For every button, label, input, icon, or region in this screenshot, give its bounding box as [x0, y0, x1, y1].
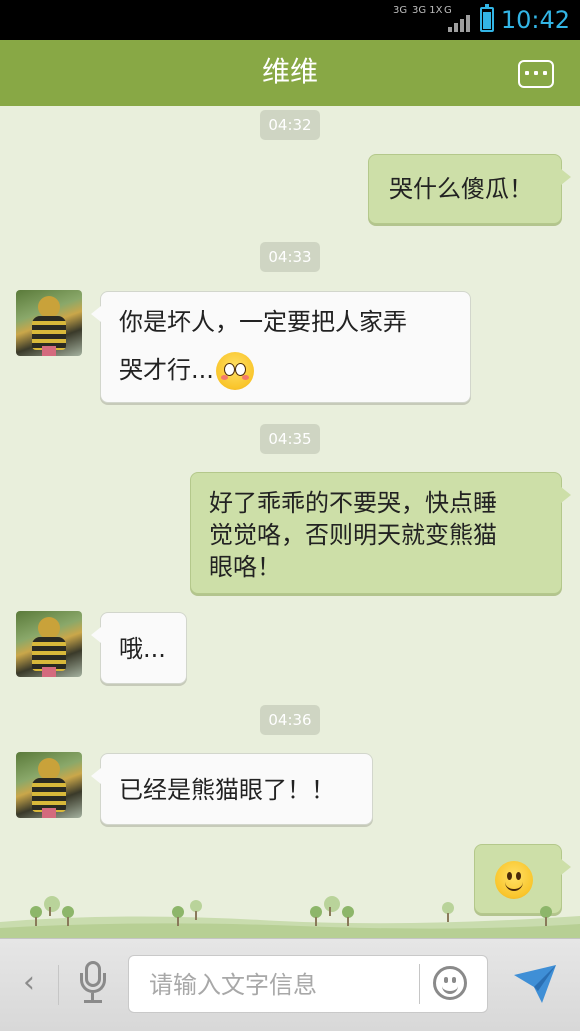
message-text-line: 哭才行... — [119, 356, 214, 384]
back-chevron-icon[interactable]: ‹ — [18, 963, 40, 1003]
signal-strength-icon — [448, 14, 472, 32]
contact-name-title: 维维 — [261, 55, 318, 88]
divider — [58, 965, 59, 1005]
message-text-line: 眼咯！ — [209, 553, 281, 581]
incoming-message-bubble[interactable]: 哦... — [91, 612, 187, 684]
tree-decoration — [44, 896, 60, 916]
message-timestamp: 04:35 — [260, 424, 320, 454]
divider — [419, 964, 420, 1004]
chat-header: 维维 — [0, 40, 580, 112]
message-input[interactable] — [147, 966, 401, 1004]
more-options-icon[interactable] — [518, 60, 554, 88]
message-timestamp: 04:32 — [260, 110, 320, 140]
message-text: 哦... — [119, 635, 166, 663]
message-text-line: 觉觉咯，否则明天就变熊猫 — [209, 521, 497, 549]
message-text-line: 你是坏人，一定要把人家弄 — [119, 308, 407, 336]
microphone-icon[interactable] — [78, 959, 108, 1007]
tree-decoration — [190, 900, 202, 920]
tree-decoration — [540, 906, 552, 926]
network-3g-indicator: 3G — [393, 5, 408, 16]
tree-decoration — [30, 906, 42, 926]
tree-decoration — [324, 896, 340, 916]
status-time: 10:42 — [500, 6, 570, 34]
tree-decoration — [310, 906, 322, 926]
incoming-message-bubble[interactable]: 你是坏人，一定要把人家弄 哭才行... — [91, 291, 471, 403]
ground-decoration — [0, 916, 580, 938]
contact-avatar[interactable] — [16, 611, 82, 677]
outgoing-message-bubble[interactable]: 哭什么傻瓜！ — [368, 154, 571, 224]
message-text: 已经是熊猫眼了！！ — [119, 776, 335, 804]
message-text-field[interactable] — [128, 955, 488, 1013]
tree-decoration — [342, 906, 354, 926]
outgoing-message-bubble[interactable]: 好了乖乖的不要哭，快点睡 觉觉咯，否则明天就变熊猫 眼咯！ — [190, 472, 571, 594]
message-text: 哭什么傻瓜！ — [389, 175, 533, 203]
contact-avatar[interactable] — [16, 752, 82, 818]
tree-decoration — [442, 902, 454, 922]
contact-avatar[interactable] — [16, 290, 82, 356]
tree-decoration — [62, 906, 74, 926]
chat-message-list[interactable]: 04:32 哭什么傻瓜！ 04:33 你是坏人，一定要把人家弄 哭才行... 0… — [0, 106, 580, 938]
message-input-bar: ‹ — [0, 938, 580, 1031]
battery-icon — [480, 4, 494, 32]
status-bar: 3G 3G 1X G 10:42 — [0, 0, 580, 40]
message-timestamp: 04:36 — [260, 705, 320, 735]
tree-decoration — [172, 906, 184, 926]
send-icon[interactable] — [512, 961, 558, 1007]
emoji-icon[interactable] — [433, 966, 467, 1000]
message-timestamp: 04:33 — [260, 242, 320, 272]
message-text-line: 好了乖乖的不要哭，快点睡 — [209, 489, 497, 517]
shy-face-emoji-icon — [215, 352, 254, 390]
network-3g1x-indicator: 3G 1X — [412, 5, 443, 16]
incoming-message-bubble[interactable]: 已经是熊猫眼了！！ — [91, 753, 373, 825]
